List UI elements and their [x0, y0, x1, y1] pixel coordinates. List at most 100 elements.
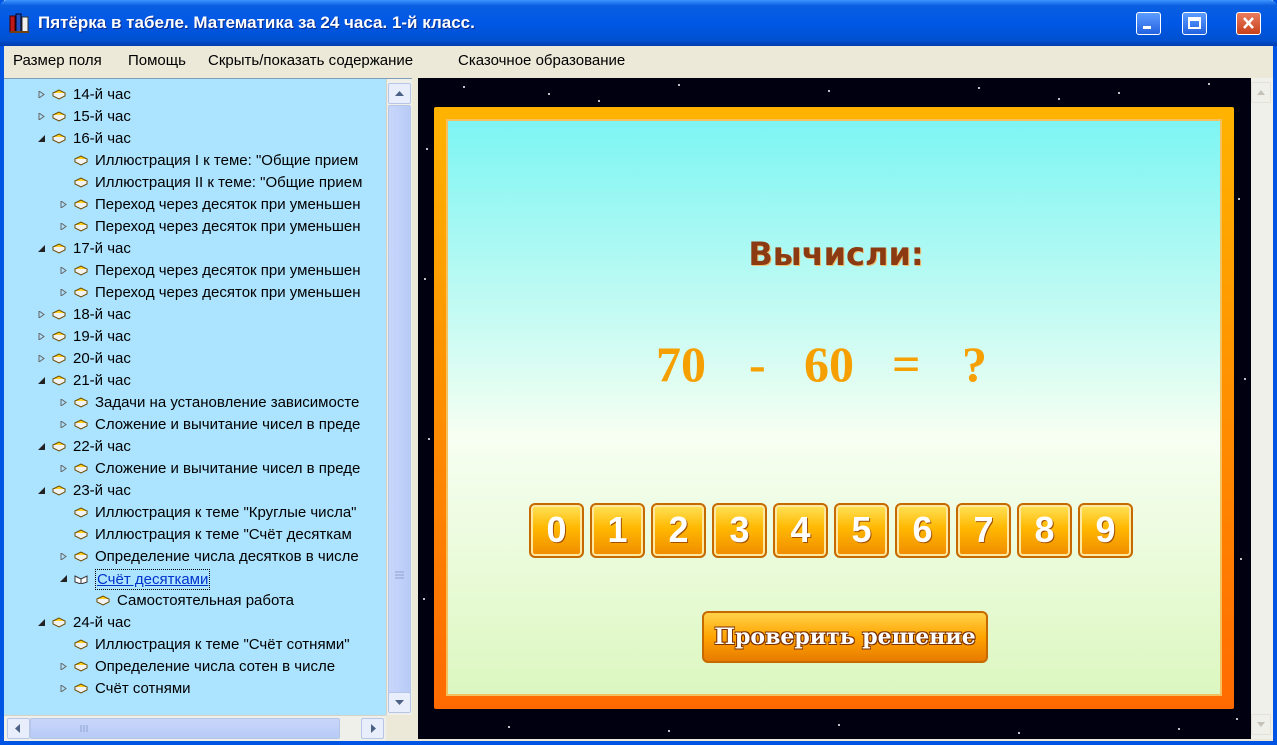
- contents-tree[interactable]: 14-й час 15-й час 16-й час Иллюстрация I к …: [4, 78, 413, 741]
- expanded-triangle-icon[interactable]: [38, 619, 45, 626]
- tree-item[interactable]: 23-й час: [4, 480, 386, 502]
- book-icon: [74, 463, 88, 474]
- tree-item[interactable]: 21-й час: [4, 370, 386, 392]
- digit-button-0[interactable]: 0: [529, 503, 584, 558]
- tree-item[interactable]: Определение числа сотен в числе: [4, 656, 386, 678]
- expanded-triangle-icon[interactable]: [38, 135, 45, 142]
- close-button[interactable]: [1236, 12, 1261, 35]
- tree-item[interactable]: Иллюстрация к теме "Круглые числа": [4, 502, 386, 524]
- collapsed-triangle-icon[interactable]: [60, 663, 67, 670]
- title-bar[interactable]: Пятёрка в табеле. Математика за 24 часа.…: [0, 0, 1277, 46]
- check-solution-button[interactable]: Проверить решение: [702, 611, 988, 663]
- scroll-left-button[interactable]: [7, 718, 30, 739]
- tree-item[interactable]: Задачи на установление зависимосте: [4, 392, 386, 414]
- collapsed-triangle-icon[interactable]: [60, 685, 67, 692]
- book-icon: [52, 375, 66, 386]
- expanded-triangle-icon[interactable]: [60, 575, 67, 582]
- tree-item[interactable]: Сложение и вычитание чисел в преде: [4, 414, 386, 436]
- tree-item[interactable]: Самостоятельная работа: [4, 590, 386, 612]
- operand-b: 60: [804, 336, 854, 392]
- collapsed-triangle-icon[interactable]: [60, 289, 67, 296]
- tree-item[interactable]: Счёт десятками: [4, 568, 386, 590]
- digit-button-4[interactable]: 4: [773, 503, 828, 558]
- book-icon: [74, 551, 88, 562]
- tree-item[interactable]: Сложение и вычитание чисел в преде: [4, 458, 386, 480]
- tree-item[interactable]: 16-й час: [4, 128, 386, 150]
- maximize-button[interactable]: [1182, 12, 1207, 35]
- scroll-right-button[interactable]: [361, 718, 384, 739]
- tree-item[interactable]: 15-й час: [4, 106, 386, 128]
- digit-button-2[interactable]: 2: [651, 503, 706, 558]
- game-scroll-down-button[interactable]: [1251, 714, 1271, 735]
- tree-item[interactable]: 22-й час: [4, 436, 386, 458]
- menu-help[interactable]: Помощь: [128, 52, 186, 69]
- collapsed-triangle-icon[interactable]: [60, 223, 67, 230]
- expanded-triangle-icon[interactable]: [38, 245, 45, 252]
- collapsed-triangle-icon[interactable]: [60, 553, 67, 560]
- digit-button-6[interactable]: 6: [895, 503, 950, 558]
- menu-bar: Размер поля Помощь Скрыть/показать содер…: [4, 46, 1273, 74]
- tree-item[interactable]: Иллюстрация к теме "Счёт десяткам: [4, 524, 386, 546]
- tree-item[interactable]: Переход через десяток при уменьшен: [4, 282, 386, 304]
- collapsed-triangle-icon[interactable]: [38, 113, 45, 120]
- menu-field-size[interactable]: Размер поля: [13, 52, 102, 69]
- scroll-thumb[interactable]: [388, 105, 411, 705]
- tree-horizontal-scrollbar[interactable]: [4, 715, 386, 741]
- collapsed-triangle-icon[interactable]: [60, 421, 67, 428]
- tree-item[interactable]: Иллюстрация II к теме: "Общие прием: [4, 172, 386, 194]
- tree-item[interactable]: Переход через десяток при уменьшен: [4, 216, 386, 238]
- tree-item-label: Сложение и вычитание чисел в преде: [95, 460, 361, 477]
- star: [1244, 378, 1246, 380]
- collapsed-triangle-icon[interactable]: [60, 399, 67, 406]
- tree-item[interactable]: 17-й час: [4, 238, 386, 260]
- star: [426, 148, 428, 150]
- scroll-up-button[interactable]: [388, 83, 411, 104]
- tree-item-label: 21-й час: [73, 372, 131, 389]
- collapsed-triangle-icon[interactable]: [60, 267, 67, 274]
- game-vertical-scrollbar[interactable]: [1251, 78, 1273, 739]
- close-icon: [1243, 17, 1254, 29]
- book-icon: [52, 89, 66, 100]
- digit-button-8[interactable]: 8: [1017, 503, 1072, 558]
- window-title: Пятёрка в табеле. Математика за 24 часа.…: [38, 13, 475, 32]
- tree-item[interactable]: Переход через десяток при уменьшен: [4, 260, 386, 282]
- menu-toggle-contents[interactable]: Скрыть/показать содержание: [208, 52, 413, 69]
- expanded-triangle-icon[interactable]: [38, 443, 45, 450]
- digit-button-3[interactable]: 3: [712, 503, 767, 558]
- collapsed-triangle-icon[interactable]: [38, 91, 45, 98]
- expanded-triangle-icon[interactable]: [38, 487, 45, 494]
- tree-item[interactable]: Счёт сотнями: [4, 678, 386, 700]
- tree-item-label: Иллюстрация I к теме: "Общие прием: [95, 152, 359, 169]
- game-scroll-up-button[interactable]: [1251, 82, 1271, 103]
- tree-item[interactable]: 20-й час: [4, 348, 386, 370]
- tree-item[interactable]: Иллюстрация I к теме: "Общие прием: [4, 150, 386, 172]
- collapsed-triangle-icon[interactable]: [38, 311, 45, 318]
- tree-item[interactable]: 24-й час: [4, 612, 386, 634]
- tree-item-label: 20-й час: [73, 350, 131, 367]
- collapsed-triangle-icon[interactable]: [60, 465, 67, 472]
- digit-button-7[interactable]: 7: [956, 503, 1011, 558]
- minimize-button[interactable]: [1136, 12, 1161, 35]
- digit-button-1[interactable]: 1: [590, 503, 645, 558]
- operand-a: 70: [656, 336, 706, 392]
- tree-item[interactable]: 18-й час: [4, 304, 386, 326]
- arrow-up-icon: [395, 91, 404, 96]
- digit-button-9[interactable]: 9: [1078, 503, 1133, 558]
- menu-fairy-education[interactable]: Сказочное образование: [458, 52, 625, 69]
- book-icon: [52, 111, 66, 122]
- tree-item[interactable]: Иллюстрация к теме "Счёт сотнями": [4, 634, 386, 656]
- collapsed-triangle-icon[interactable]: [38, 333, 45, 340]
- scroll-down-button[interactable]: [388, 692, 411, 713]
- hscroll-thumb[interactable]: [30, 718, 340, 739]
- collapsed-triangle-icon[interactable]: [38, 355, 45, 362]
- tree-item-label: Сложение и вычитание чисел в преде: [95, 416, 361, 433]
- digit-button-5[interactable]: 5: [834, 503, 889, 558]
- tree-item[interactable]: 19-й час: [4, 326, 386, 348]
- tree-vertical-scrollbar[interactable]: [386, 79, 413, 715]
- collapsed-triangle-icon[interactable]: [60, 201, 67, 208]
- tree-item[interactable]: 14-й час: [4, 84, 386, 106]
- tree-item[interactable]: Определение числа десятков в числе: [4, 546, 386, 568]
- expanded-triangle-icon[interactable]: [38, 377, 45, 384]
- tree-item[interactable]: Переход через десяток при уменьшен: [4, 194, 386, 216]
- tree-item-label: Переход через десяток при уменьшен: [95, 284, 361, 301]
